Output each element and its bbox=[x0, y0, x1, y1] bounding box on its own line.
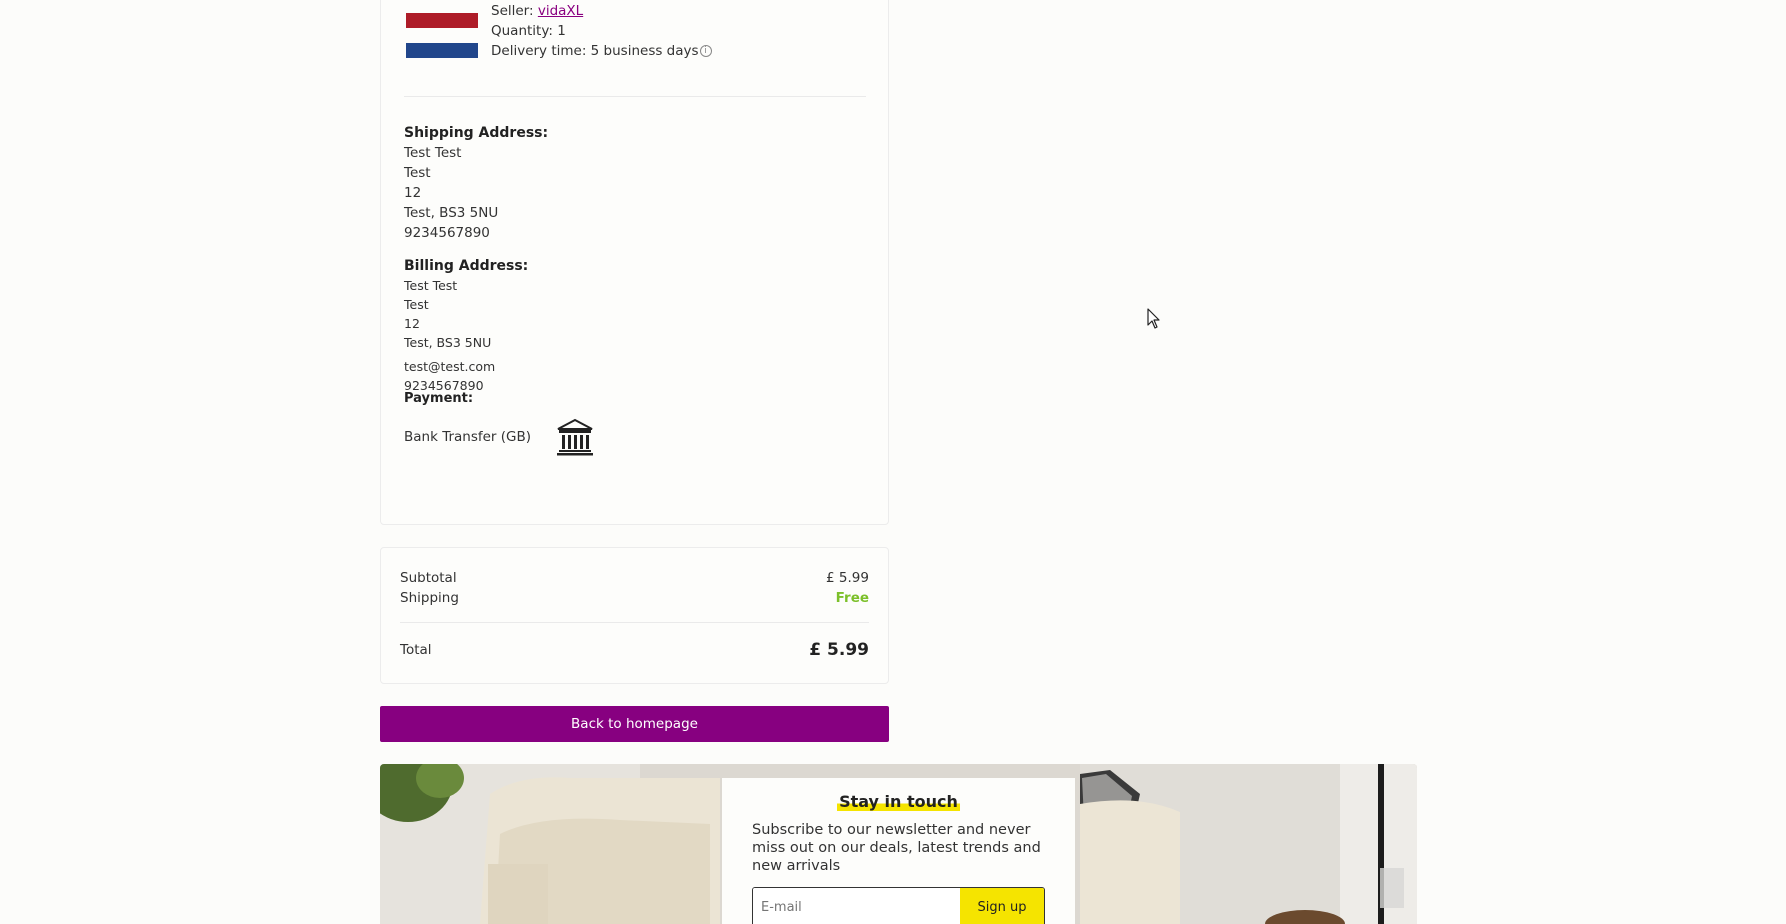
shipping-line: Test Test bbox=[404, 145, 462, 161]
newsletter-title: Stay in touch bbox=[837, 792, 960, 811]
total-value: £ 5.99 bbox=[809, 640, 869, 660]
newsletter-box: Stay in touch Subscribe to our newslette… bbox=[722, 778, 1075, 924]
bank-icon bbox=[557, 418, 594, 456]
shipping-line: Test, BS3 5NU bbox=[404, 205, 499, 221]
newsletter-email-input[interactable] bbox=[753, 888, 960, 924]
shipping-address: Shipping Address: Test Test Test 12 Test… bbox=[404, 123, 548, 243]
delivery-text: Delivery time: 5 business days bbox=[491, 43, 699, 59]
payment-method-text: Bank Transfer (GB) bbox=[404, 429, 532, 445]
newsletter-form: Sign up bbox=[752, 887, 1045, 924]
billing-line: Test bbox=[404, 297, 429, 312]
billing-line: 12 bbox=[404, 316, 420, 331]
order-details-card: Seller: vidaXL Quantity: 1 Delivery time… bbox=[380, 0, 889, 525]
mouse-cursor-icon bbox=[1147, 308, 1160, 329]
newsletter-banner: Stay in touch Subscribe to our newslette… bbox=[380, 764, 1417, 924]
total-label: Total bbox=[400, 642, 432, 658]
newsletter-text: Subscribe to our newsletter and never mi… bbox=[752, 822, 1041, 874]
divider bbox=[400, 622, 869, 623]
payment-block: Payment: bbox=[404, 389, 473, 409]
billing-address: Billing Address: Test Test Test 12 Test,… bbox=[404, 256, 528, 395]
seller-label: Seller: bbox=[491, 3, 538, 19]
newsletter-signup-button[interactable]: Sign up bbox=[960, 888, 1044, 924]
order-totals-card: Subtotal £ 5.99 Shipping Free Total £ 5.… bbox=[380, 547, 889, 684]
billing-heading: Billing Address: bbox=[404, 258, 529, 274]
shipping-value: Free bbox=[835, 590, 869, 606]
info-icon[interactable]: i bbox=[699, 45, 712, 57]
netherlands-flag-image bbox=[406, 13, 478, 58]
shipping-line: 9234567890 bbox=[404, 225, 490, 241]
total-row: Total £ 5.99 bbox=[400, 640, 869, 660]
seller-link[interactable]: vidaXL bbox=[538, 3, 583, 19]
seller-line: Seller: vidaXL bbox=[491, 1, 712, 21]
shipping-heading: Shipping Address: bbox=[404, 125, 549, 141]
subtotal-value: £ 5.99 bbox=[826, 570, 869, 586]
shipping-line: Test bbox=[404, 165, 431, 181]
delivery-line: Delivery time: 5 business days i bbox=[491, 41, 712, 61]
back-to-homepage-button[interactable]: Back to homepage bbox=[380, 706, 889, 742]
shipping-row: Shipping Free bbox=[400, 590, 869, 606]
billing-email: test@test.com bbox=[404, 359, 496, 374]
billing-line: Test, BS3 5NU bbox=[404, 335, 492, 350]
quantity-text: Quantity: 1 bbox=[491, 23, 566, 39]
shipping-line: 12 bbox=[404, 185, 422, 201]
item-info: Seller: vidaXL Quantity: 1 Delivery time… bbox=[491, 1, 712, 61]
shipping-label: Shipping bbox=[400, 590, 459, 606]
payment-heading: Payment: bbox=[404, 391, 474, 406]
divider bbox=[404, 96, 866, 97]
subtotal-row: Subtotal £ 5.99 bbox=[400, 570, 869, 586]
billing-line: Test Test bbox=[404, 278, 458, 293]
subtotal-label: Subtotal bbox=[400, 570, 457, 586]
payment-method: Bank Transfer (GB) bbox=[404, 417, 595, 457]
